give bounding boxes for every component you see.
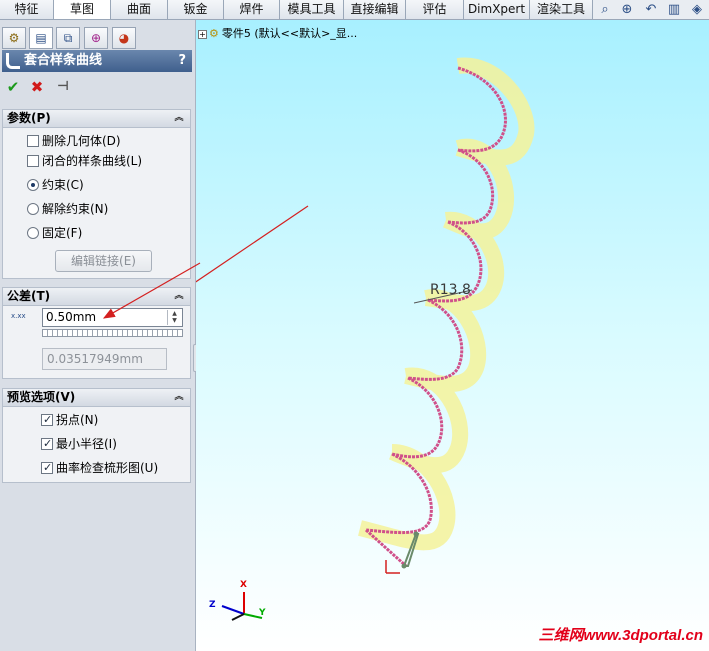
cancel-icon[interactable]: ✖ <box>28 78 46 96</box>
tab-direct-editing[interactable]: 直接编辑 <box>344 0 406 19</box>
preview-options-title: 预览选项(V) <box>7 390 76 404</box>
property-manager-tab[interactable]: ▤ <box>29 27 53 49</box>
collapse-icon[interactable]: ︽ <box>173 112 185 124</box>
panel-titlebar: 套合样条曲线 ? <box>2 50 192 72</box>
fixed-radio[interactable] <box>27 227 39 239</box>
parameters-title: 参数(P) <box>7 111 51 125</box>
ok-icon[interactable]: ✔ <box>4 78 22 96</box>
constrained-label: 约束(C) <box>42 178 84 192</box>
triad-z-label: Z <box>209 600 216 610</box>
constrained-option[interactable]: 约束(C) <box>27 176 84 194</box>
minimum-radius-checkbox[interactable] <box>41 435 53 453</box>
section-view-icon[interactable]: ▥ <box>665 2 683 18</box>
feature-manager-tab[interactable]: ⚙ <box>2 27 26 49</box>
closed-spline-checkbox[interactable] <box>27 155 39 167</box>
edit-link-button[interactable]: 编辑链接(E) <box>55 250 152 272</box>
delete-geometry-label: 删除几何体(D) <box>42 134 121 148</box>
tab-sketch[interactable]: 草图 <box>54 0 111 19</box>
dimxpert-manager-tab[interactable]: ⊕ <box>84 27 108 49</box>
display-manager-tab[interactable]: ◕ <box>112 27 136 49</box>
fit-spline-icon <box>6 53 20 69</box>
tolerance-value: 0.50mm <box>46 310 97 324</box>
unconstrained-label: 解除约束(N) <box>42 202 109 216</box>
tab-sheet-metal[interactable]: 钣金 <box>168 0 224 19</box>
tolerance-header[interactable]: 公差(T) ︽ <box>3 288 190 306</box>
constrained-radio[interactable] <box>27 179 39 191</box>
unconstrained-radio[interactable] <box>27 203 39 215</box>
fixed-option[interactable]: 固定(F) <box>27 224 82 242</box>
tolerance-result: 0.03517949mm <box>42 348 167 370</box>
curvature-comb-option[interactable]: 曲率检查梳形图(U) <box>41 459 158 477</box>
radius-dimension[interactable]: R13.8 <box>430 282 471 298</box>
panel-title: 套合样条曲线 <box>24 53 103 68</box>
zoom-area-icon[interactable]: ⊕ <box>618 2 636 18</box>
feature-tree-icon: ⚙ <box>8 31 20 45</box>
curvature-comb-label: 曲率检查梳形图(U) <box>56 461 159 475</box>
previous-view-icon[interactable]: ↶ <box>642 2 660 18</box>
tab-features[interactable]: 特征 <box>0 0 54 19</box>
curvature-comb-checkbox[interactable] <box>41 459 53 477</box>
minimum-radius-label: 最小半径(I) <box>56 437 117 451</box>
tab-render-tools[interactable]: 渲染工具 <box>530 0 593 19</box>
tolerance-icon-text: x.xx <box>11 312 26 320</box>
tolerance-group: 公差(T) ︽ x.xx 0.50mm ▲ ▼ 0.03517949mm <box>2 287 191 379</box>
zoom-to-fit-icon[interactable]: ⌕ <box>596 2 614 18</box>
inflection-points-label: 拐点(N) <box>56 413 99 427</box>
fixed-label: 固定(F) <box>42 226 83 240</box>
minimum-radius-option[interactable]: 最小半径(I) <box>41 435 117 453</box>
preview-options-header[interactable]: 预览选项(V) ︽ <box>3 389 190 407</box>
delete-geometry-option[interactable]: 删除几何体(D) <box>27 132 121 150</box>
configuration-icon: ⧉ <box>63 31 73 45</box>
parameters-group: 参数(P) ︽ 删除几何体(D) 闭合的样条曲线(L) 约束(C) 解除约束(N… <box>2 109 191 279</box>
inflection-points-option[interactable]: 拐点(N) <box>41 411 98 429</box>
triad-x-label: X <box>240 580 247 590</box>
tolerance-input[interactable]: 0.50mm ▲ ▼ <box>42 308 183 327</box>
delete-geometry-checkbox[interactable] <box>27 135 39 147</box>
command-manager-tabs: 特征 草图 曲面 钣金 焊件 模具工具 直接编辑 评估 DimXpert 渲染工… <box>0 0 709 20</box>
tolerance-title: 公差(T) <box>7 289 51 303</box>
tab-surfaces[interactable]: 曲面 <box>111 0 168 19</box>
appearance-icon: ◕ <box>118 31 130 45</box>
collapse-icon[interactable]: ︽ <box>173 290 185 302</box>
unconstrained-option[interactable]: 解除约束(N) <box>27 200 108 218</box>
triad-normal <box>231 613 245 621</box>
closed-spline-option[interactable]: 闭合的样条曲线(L) <box>27 152 142 170</box>
sketch-point <box>401 563 407 569</box>
graphics-area[interactable]: + ⚙ 零件5 (默认<<默认>_显... R13.8 X Y Z 三维网www.3… <box>196 20 709 651</box>
property-manager: ⚙ ▤ ⧉ ⊕ ◕ 套合样条曲线 ? ✔ ✖ ⊣ 参数(P) ︽ 删除几何体(D… <box>0 20 201 651</box>
watermark: 三维网www.3dportal.cn <box>538 627 703 644</box>
tolerance-spinner[interactable]: ▲ ▼ <box>167 310 181 325</box>
tab-weldments[interactable]: 焊件 <box>224 0 280 19</box>
tolerance-slider[interactable] <box>42 329 183 337</box>
triad-z-axis <box>221 605 245 615</box>
manager-tabs: ⚙ ▤ ⧉ ⊕ ◕ <box>0 24 196 50</box>
pushpin-icon[interactable]: ⊣ <box>54 78 72 96</box>
triad-y-label: Y <box>259 608 266 618</box>
inflection-points-checkbox[interactable] <box>41 411 53 429</box>
crosshair-icon: ⊕ <box>90 31 102 45</box>
parameters-header[interactable]: 参数(P) ︽ <box>3 110 190 128</box>
collapse-icon[interactable]: ︽ <box>173 391 185 403</box>
closed-spline-label: 闭合的样条曲线(L) <box>42 154 143 168</box>
tab-mold-tools[interactable]: 模具工具 <box>280 0 344 19</box>
view-orientation-icon[interactable]: ◈ <box>688 2 706 18</box>
annotation-arrow <box>196 205 309 283</box>
sketch-canvas <box>196 57 535 621</box>
help-button[interactable]: ? <box>178 50 186 72</box>
configuration-manager-tab[interactable]: ⧉ <box>56 27 80 49</box>
property-sheet-icon: ▤ <box>35 31 47 45</box>
tolerance-icon: x.xx <box>11 313 37 331</box>
preview-options-group: 预览选项(V) ︽ 拐点(N) 最小半径(I) 曲率检查梳形图(U) <box>2 388 191 483</box>
sketch-point <box>413 531 419 537</box>
tab-evaluate[interactable]: 评估 <box>406 0 464 19</box>
tab-dimxpert[interactable]: DimXpert <box>464 0 530 19</box>
